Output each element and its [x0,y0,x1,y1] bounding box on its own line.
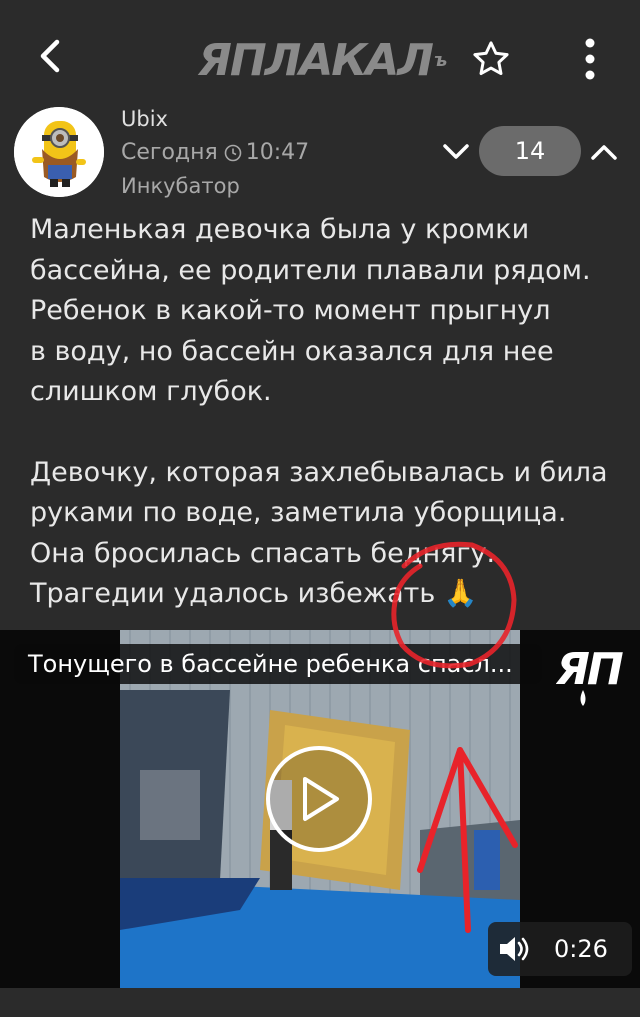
back-button[interactable] [28,34,72,78]
yp-logo-icon: ЯП [555,644,626,706]
author-name[interactable]: Ubix [121,107,168,131]
logo-sup: ъ [433,49,447,71]
video-controls: 0:26 [488,922,632,976]
chevron-down-icon [443,144,469,159]
author-status: Инкубатор [121,174,240,198]
chevron-up-icon [591,145,617,160]
top-bar: ЯПЛАКАЛ ъ [0,0,640,110]
app-screen: ЯПЛАКАЛ ъ Ubix Сегодня 10:47 Инкубатор 1… [0,0,640,1017]
rating-badge: 14 [479,126,581,176]
chevron-left-icon [40,39,60,73]
volume-icon [500,937,529,961]
vote-up-button[interactable] [586,134,622,170]
post-time: Сегодня 10:47 [121,140,309,165]
minion-avatar-icon [14,107,104,197]
video-title[interactable]: Тонущего в бассейне ребенка спасл... [14,644,542,684]
play-button[interactable] [266,746,372,852]
post-time-day: Сегодня [121,140,218,165]
logo-text: ЯПЛАКАЛ [198,34,434,86]
video-duration: 0:26 [554,935,608,963]
video-logo-text: ЯП [556,644,623,695]
post-paragraph: Девочку, которая захлебывалась и била ру… [30,456,608,610]
video-logo: ЯП [555,640,628,712]
more-menu-button[interactable] [568,34,612,84]
more-vertical-icon [585,38,595,80]
clock-icon [224,144,242,162]
star-outline-icon [473,41,509,76]
volume-button[interactable] [488,922,542,976]
bottom-area [0,988,640,1017]
post-body: Маленькая девочка была у кромки бассейна… [30,210,610,615]
favorite-button[interactable] [466,34,516,84]
author-avatar[interactable] [14,107,104,197]
play-icon [303,777,339,821]
video-player[interactable]: Тонущего в бассейне ребенка спасл... ЯП … [0,630,640,988]
vote-down-button[interactable] [438,134,474,170]
post-paragraph: Маленькая девочка была у кромки бассейна… [30,214,591,407]
post-time-clock: 10:47 [245,140,310,165]
site-logo[interactable]: ЯПЛАКАЛ ъ [198,34,447,86]
